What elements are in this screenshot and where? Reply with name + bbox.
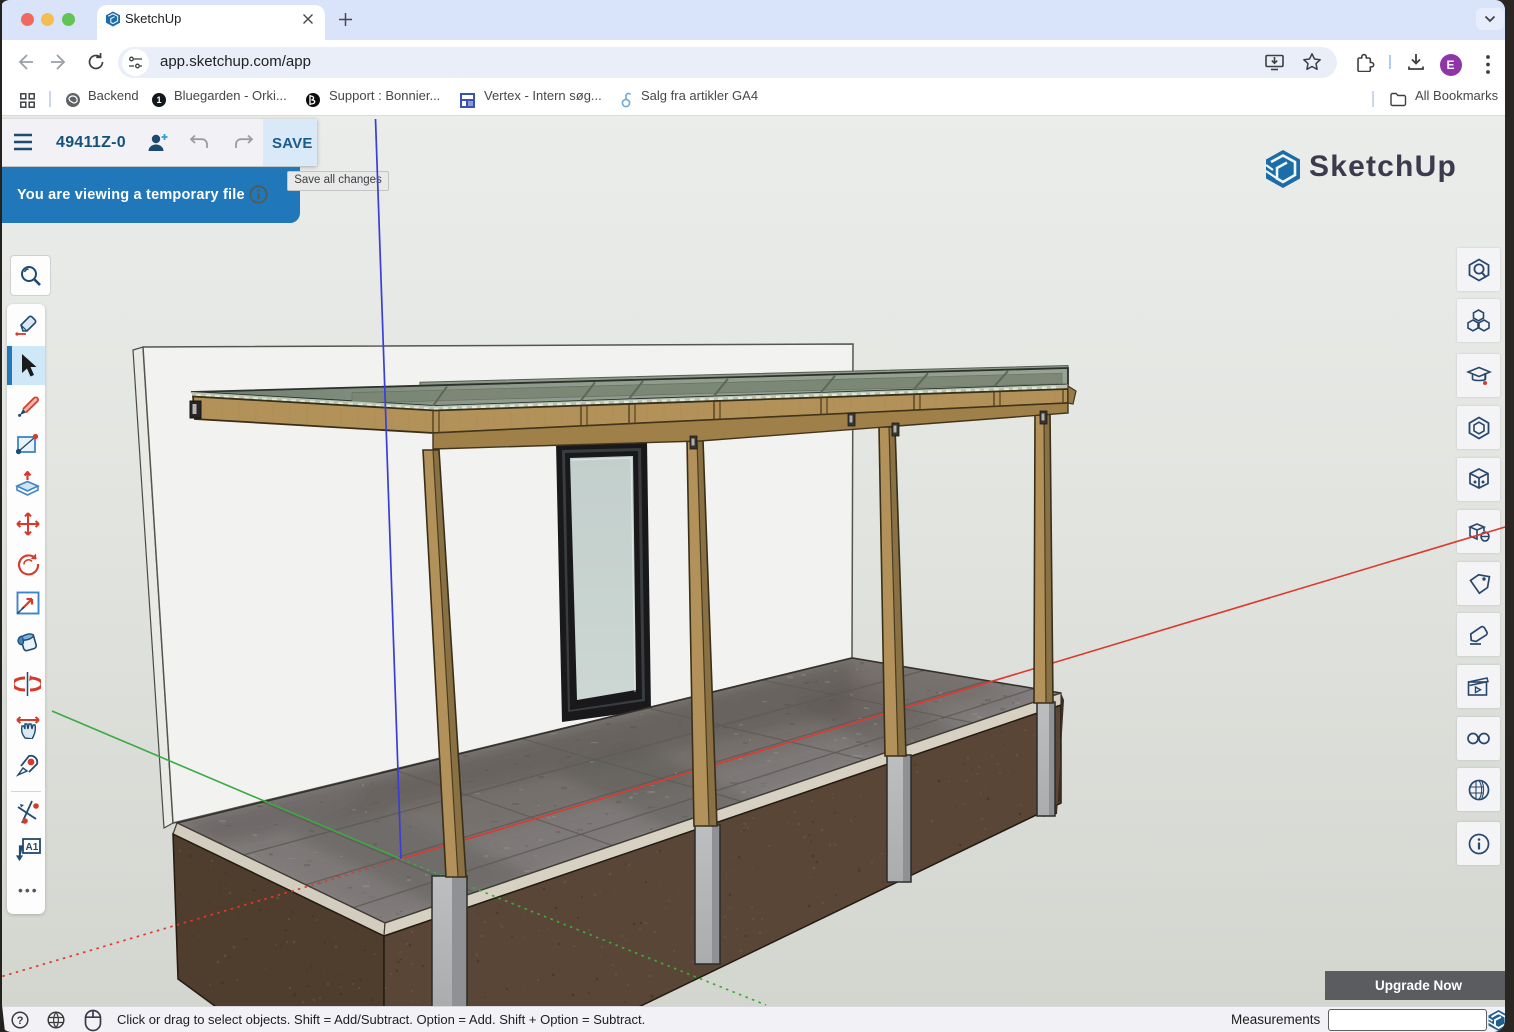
svg-text:?: ? [17,1015,24,1027]
svg-text:A1: A1 [26,842,39,853]
